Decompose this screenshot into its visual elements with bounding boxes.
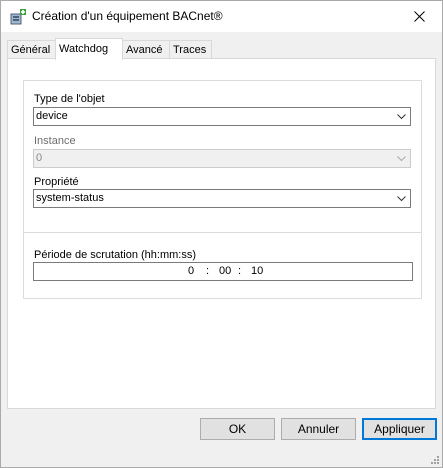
tab-general[interactable]: Général — [7, 40, 56, 58]
object-type-value: device — [36, 110, 68, 122]
title-bar: Création d'un équipement BACnet® — [1, 1, 442, 32]
tab-avance[interactable]: Avancé — [122, 40, 170, 58]
ok-button[interactable]: OK — [200, 418, 275, 440]
property-label: Propriété — [34, 176, 79, 188]
apply-button[interactable]: Appliquer — [362, 418, 437, 440]
polling-period-label: Période de scrutation (hh:mm:ss) — [34, 249, 197, 261]
chevron-down-icon — [397, 156, 406, 162]
polling-period-input[interactable]: 0 : 00 : 10 — [33, 262, 413, 281]
time-separator: : — [238, 265, 242, 277]
window-title: Création d'un équipement BACnet® — [32, 9, 223, 23]
dialog-window: Création d'un équipement BACnet® Général… — [0, 0, 443, 468]
bacnet-device-add-icon — [10, 9, 26, 25]
minutes-field[interactable]: 00 — [219, 265, 231, 277]
chevron-down-icon — [397, 114, 406, 120]
instance-value: 0 — [36, 152, 43, 164]
polling-group: Période de scrutation (hh:mm:ss) 0 : 00 … — [23, 232, 422, 299]
chevron-down-icon — [397, 196, 406, 202]
time-separator: : — [206, 265, 210, 277]
close-icon — [413, 11, 425, 22]
instance-label: Instance — [34, 135, 76, 147]
seconds-field[interactable]: 10 — [251, 265, 263, 277]
object-type-select[interactable]: device — [33, 107, 411, 126]
hours-field[interactable]: 0 — [188, 265, 194, 277]
tab-traces[interactable]: Traces — [169, 40, 212, 58]
instance-select[interactable]: 0 — [33, 149, 411, 168]
watchdog-panel: Type de l'objet device Instance 0 Propri… — [7, 58, 436, 409]
close-button[interactable] — [396, 1, 442, 32]
property-value: system-status — [36, 192, 104, 204]
property-select[interactable]: system-status — [33, 189, 411, 208]
tab-watchdog[interactable]: Watchdog — [55, 38, 123, 60]
resize-grip-icon[interactable] — [430, 455, 440, 465]
object-type-label: Type de l'objet — [34, 93, 105, 105]
cancel-button[interactable]: Annuler — [281, 418, 356, 440]
